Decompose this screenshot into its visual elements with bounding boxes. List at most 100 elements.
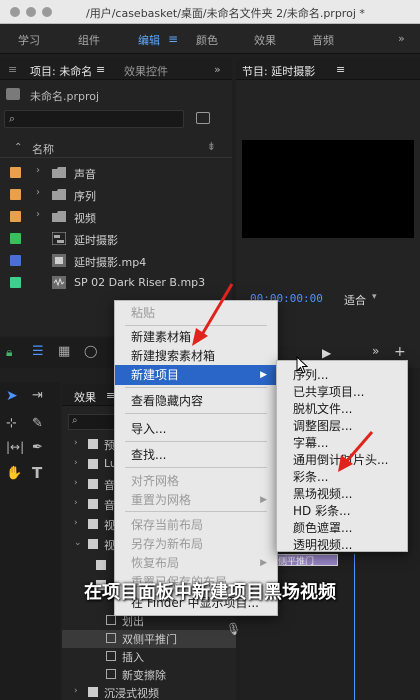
effect-item-label: 双侧平推门 — [122, 633, 177, 646]
add-button-icon[interactable]: + — [394, 344, 406, 360]
freeform-view-icon[interactable]: ◯ — [84, 344, 97, 358]
folder-icon — [88, 539, 98, 549]
project-file-icon — [6, 88, 20, 100]
folder-icon — [88, 439, 98, 449]
workspace-menu-icon[interactable]: ≡ — [168, 32, 178, 46]
chevron-right-icon[interactable]: › — [36, 165, 40, 176]
mouse-cursor-icon — [296, 356, 308, 374]
menu-divider — [125, 441, 267, 442]
workspace-editing[interactable]: 编辑 — [138, 32, 160, 48]
close-window-icon[interactable] — [10, 7, 20, 17]
icon-view-icon[interactable]: ▦ — [58, 344, 70, 359]
list-item[interactable]: › 声音 — [0, 162, 232, 184]
label-color-swatch[interactable] — [10, 211, 21, 222]
menu-item-restore-layout[interactable]: 恢复布局 ▶ — [115, 553, 277, 573]
play-icon[interactable]: ▶ — [322, 346, 331, 360]
minimize-window-icon[interactable] — [26, 7, 36, 17]
column-name-label: 名称 — [32, 143, 54, 156]
track-select-tool-icon[interactable]: ⇥ — [32, 388, 43, 403]
workspace-audio[interactable]: 音频 — [312, 32, 334, 48]
folder-icon — [88, 499, 98, 509]
workspace-assembly[interactable]: 组件 — [78, 32, 100, 48]
video-subtitle: 在项目面板中新建项目黑场视频 — [84, 582, 336, 603]
folder-icon — [88, 459, 98, 469]
label-color-swatch[interactable] — [10, 167, 21, 178]
sequence-icon — [52, 232, 66, 245]
playhead-line — [354, 554, 355, 700]
effect-item[interactable]: 新变擦除 — [62, 666, 236, 684]
menu-item-save-layout[interactable]: 保存当前布局 — [115, 515, 277, 535]
transition-icon — [106, 651, 116, 661]
panel-overflow-icon[interactable]: » — [214, 63, 221, 76]
folder-icon — [96, 560, 106, 570]
chevron-down-icon[interactable]: ▾ — [372, 292, 377, 302]
project-search-input[interactable]: ⌕ — [4, 110, 184, 128]
menu-item-align-to-grid[interactable]: 对齐网格 — [115, 471, 277, 491]
effect-item-label: 插入 — [122, 651, 144, 664]
workspace-bar: 学习 组件 编辑 ≡ 颜色 效果 音频 » — [0, 24, 420, 54]
workspace-effects[interactable]: 效果 — [254, 32, 276, 48]
menu-item-label: 重置为网格 — [131, 493, 192, 507]
label-color-swatch[interactable] — [10, 255, 21, 266]
menu-item-import[interactable]: 导入... — [115, 419, 277, 439]
list-item[interactable]: 延时摄影 — [0, 228, 232, 250]
type-tool-icon[interactable]: T — [32, 464, 42, 482]
search-icon: ⌕ — [9, 112, 16, 125]
zoom-fit-select[interactable]: 适合 — [344, 292, 366, 308]
pen-tool-icon[interactable]: ✒ — [32, 440, 43, 455]
list-item[interactable]: 延时摄影.mp4 — [0, 250, 232, 272]
folder-icon — [88, 479, 98, 489]
slip-tool-icon[interactable]: |↔| — [6, 440, 24, 454]
workspace-color[interactable]: 颜色 — [196, 32, 218, 48]
list-item[interactable]: › 序列 — [0, 184, 232, 206]
hand-tool-icon[interactable]: ✋ — [6, 466, 22, 481]
selection-tool-icon[interactable]: ➤ — [6, 388, 18, 404]
menu-item-view-hidden[interactable]: 查看隐藏内容 — [115, 391, 277, 411]
submenu-item-transparent-video[interactable]: 透明视频... — [277, 535, 407, 555]
zoom-window-icon[interactable] — [42, 7, 52, 17]
menu-item-new-item[interactable]: 新建项目 ▶ — [115, 365, 277, 385]
sort-chevron-icon[interactable]: ⌃ — [14, 142, 22, 153]
list-view-icon[interactable]: ☰ — [32, 344, 44, 359]
ripple-edit-tool-icon[interactable]: ⊹ — [6, 416, 17, 431]
menu-item-save-as-new-layout[interactable]: 另存为新布局 — [115, 534, 277, 554]
column-header: ⌃ 名称 ⇟ — [0, 138, 232, 158]
workspace-learn[interactable]: 学习 — [18, 32, 40, 48]
effect-item[interactable]: 插入 — [62, 648, 236, 666]
label-color-swatch[interactable] — [10, 189, 21, 200]
project-panel-tabs: ≡ 项目: 未命名 ≡ 效果控件 » — [0, 58, 232, 80]
tab-program[interactable]: 节目: 延时摄影 — [242, 63, 315, 79]
lock-icon[interactable]: 🔒︎ — [6, 345, 12, 360]
menu-item-reset-to-grid[interactable]: 重置为网格 ▶ — [115, 490, 277, 510]
chevron-right-icon[interactable]: › — [36, 209, 40, 220]
new-bin-from-search-icon[interactable] — [196, 112, 210, 124]
button-overflow-icon[interactable]: » — [372, 344, 379, 358]
effect-folder[interactable]: › 沉浸式视频 — [62, 684, 236, 700]
program-video-viewer[interactable] — [242, 140, 414, 238]
column-settings-icon[interactable]: ⇟ — [207, 140, 216, 153]
audio-clip-icon — [52, 276, 66, 289]
list-item[interactable]: › 视频 — [0, 206, 232, 228]
window-title: /用户/casebasket/桌面/未命名文件夹 2/未命名.prproj * — [86, 7, 365, 20]
workspace-overflow-icon[interactable]: » — [398, 32, 405, 45]
project-file-name: 未命名.prproj — [30, 90, 100, 103]
microphone-icon[interactable]: 🎙︎ — [226, 622, 241, 636]
chevron-right-icon[interactable]: › — [36, 187, 40, 198]
panel-menu-icon[interactable]: ≡ — [8, 63, 17, 76]
folder-icon — [52, 189, 66, 200]
title-bar: /用户/casebasket/桌面/未命名文件夹 2/未命名.prproj * — [0, 0, 420, 24]
program-monitor-tabs: 节目: 延时摄影 ≡ — [236, 58, 420, 80]
tab-effects[interactable]: 效果 — [74, 389, 96, 405]
effect-folder-label: 沉浸式视频 — [104, 687, 159, 700]
label-color-swatch[interactable] — [10, 233, 21, 244]
menu-item-find[interactable]: 查找... — [115, 445, 277, 465]
label-color-swatch[interactable] — [10, 277, 21, 288]
effect-item-selected[interactable]: 双侧平推门 — [62, 630, 236, 648]
razor-tool-icon[interactable]: ✎ — [32, 416, 43, 431]
folder-icon — [88, 519, 98, 529]
video-clip-icon — [52, 254, 66, 267]
menu-item-label: 新建项目 — [131, 368, 180, 382]
tab-project[interactable]: 项目: 未命名 — [30, 63, 92, 79]
folder-icon — [52, 167, 66, 178]
tab-effect-controls[interactable]: 效果控件 — [124, 63, 168, 79]
